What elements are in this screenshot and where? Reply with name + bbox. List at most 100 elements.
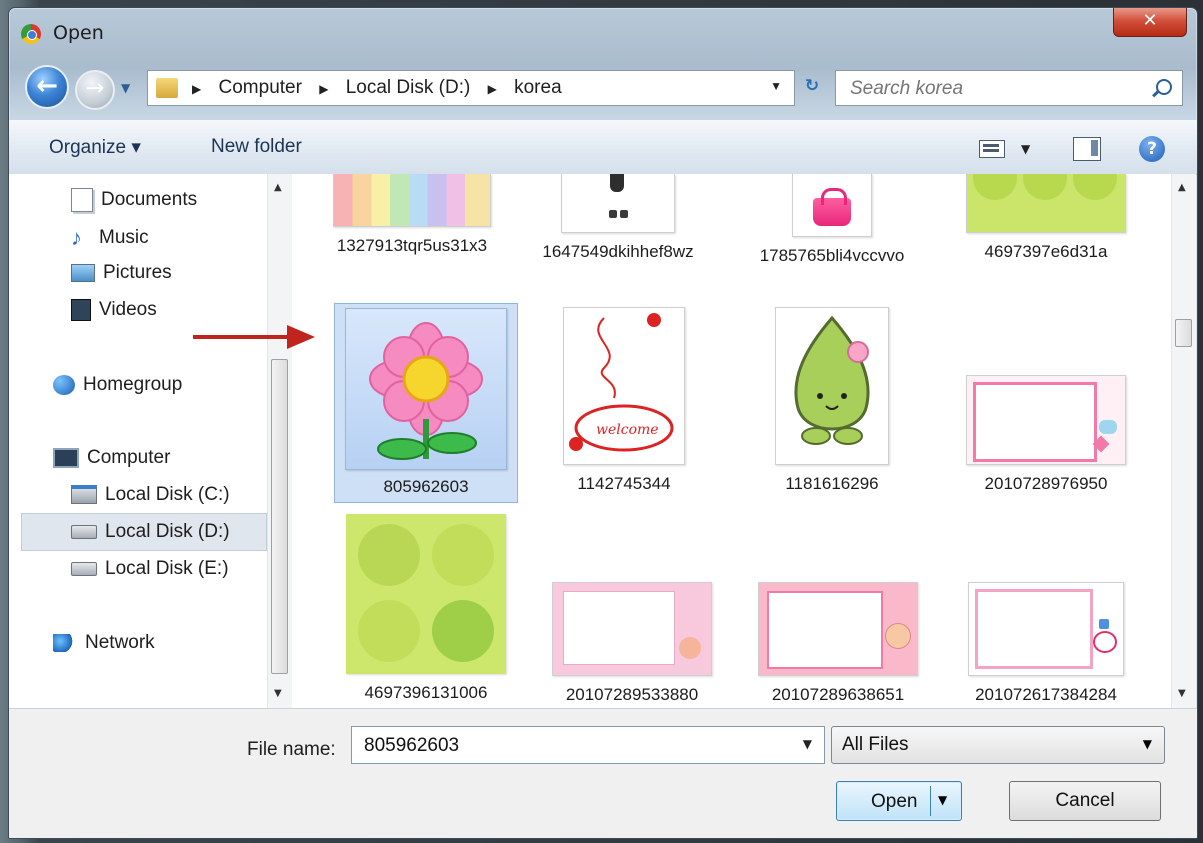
green-mascot-image <box>794 315 870 445</box>
file-name: 1181616296 <box>785 474 879 493</box>
chevron-down-icon[interactable]: ▼ <box>1143 737 1152 751</box>
view-options-dropdown-icon[interactable]: ▼ <box>1021 142 1030 156</box>
welcome-sign-image: welcome <box>569 313 674 452</box>
navigation-bar: ← → ▼ ▶ Computer ▶ Local Disk (D:) ▶ kor… <box>9 60 1197 116</box>
nav-item-pictures[interactable]: Pictures <box>71 262 172 284</box>
address-bar[interactable]: ▶ Computer ▶ Local Disk (D:) ▶ korea ▼ <box>147 70 795 106</box>
close-button[interactable]: ✕ <box>1113 8 1187 37</box>
file-item[interactable]: 1181616296 <box>740 307 924 495</box>
file-name: 1327913tqr5us31x3 <box>336 236 488 255</box>
split-divider <box>930 786 931 816</box>
scroll-up-icon[interactable]: ▲ <box>1178 182 1186 193</box>
file-name-input[interactable] <box>362 734 786 758</box>
file-name: 1785765bli4vccvvo <box>759 246 905 265</box>
file-item[interactable]: 20107289533880 <box>540 514 724 706</box>
open-file-dialog: Open ✕ ← → ▼ ▶ Computer ▶ Local Disk (D:… <box>8 7 1198 839</box>
videos-icon <box>71 299 91 321</box>
scroll-down-icon[interactable]: ▼ <box>274 688 282 699</box>
network-icon <box>53 633 77 652</box>
file-item[interactable]: 20107289638651 <box>746 514 930 706</box>
breadcrumb-arrow-icon[interactable]: ▶ <box>488 82 497 96</box>
file-item-selected[interactable]: 805962603 <box>334 303 518 503</box>
file-type-filter[interactable]: All Files ▼ <box>831 726 1165 764</box>
new-folder-button[interactable]: New folder <box>211 136 302 158</box>
change-view-icon[interactable] <box>979 140 1005 158</box>
nav-item-local-disk-c[interactable]: Local Disk (C:) <box>71 484 230 506</box>
nav-item-homegroup[interactable]: Homegroup <box>53 374 182 396</box>
file-name: 1647549dkihhef8wz <box>542 242 694 261</box>
open-options-dropdown-icon[interactable]: ▼ <box>938 793 947 807</box>
refresh-icon[interactable]: ↻ <box>799 76 825 98</box>
file-item[interactable]: 2010728976950 <box>954 307 1138 495</box>
pictures-icon <box>71 263 95 282</box>
command-toolbar: Organize ▾ New folder ▼ ? <box>9 120 1197 175</box>
back-button[interactable]: ← <box>25 65 69 109</box>
help-icon[interactable]: ? <box>1139 136 1165 162</box>
nav-item-music[interactable]: ♪ Music <box>71 225 149 251</box>
flower-image <box>369 322 483 460</box>
navigation-pane: Documents ♪ Music Pictures Videos Homegro… <box>9 174 294 708</box>
file-thumbnail <box>966 174 1126 233</box>
file-item[interactable]: welcome 1142745344 <box>532 307 716 495</box>
file-item[interactable]: 4697397e6d31a <box>954 174 1138 263</box>
file-name-dropdown-icon[interactable]: ▼ <box>803 737 812 751</box>
scroll-down-icon[interactable]: ▼ <box>1178 688 1186 699</box>
open-button[interactable]: Open ▼ <box>836 781 962 821</box>
forward-button[interactable]: → <box>75 70 115 110</box>
nav-item-computer[interactable]: Computer <box>53 447 170 469</box>
file-item[interactable]: 201072617384284 <box>954 514 1138 706</box>
file-thumbnail <box>758 582 918 676</box>
nav-pane-scrollbar[interactable]: ▲ ▼ <box>267 174 292 708</box>
search-icon[interactable] <box>1156 79 1172 95</box>
dialog-footer: File name: ▼ All Files ▼ Open ▼ Cancel <box>9 708 1197 838</box>
file-name: 805962603 <box>383 477 469 496</box>
music-icon: ♪ <box>71 225 82 250</box>
search-box[interactable] <box>835 70 1183 106</box>
breadcrumb-computer[interactable]: Computer <box>219 77 302 98</box>
address-dropdown-icon[interactable]: ▼ <box>770 79 782 93</box>
documents-icon <box>71 188 93 212</box>
file-name-label: File name: <box>247 739 336 760</box>
breadcrumb-local-disk-d[interactable]: Local Disk (D:) <box>346 77 471 98</box>
preview-pane-icon[interactable] <box>1073 137 1101 161</box>
folder-icon <box>156 78 178 98</box>
file-item[interactable]: 1785765bli4vccvvo <box>740 174 924 267</box>
file-type-value: All Files <box>842 734 909 755</box>
open-button-label: Open <box>871 791 918 812</box>
nav-item-local-disk-d[interactable]: Local Disk (D:) <box>71 521 230 543</box>
file-list-scrollbar[interactable]: ▲ ▼ <box>1171 174 1196 708</box>
nav-item-network[interactable]: Network <box>53 632 155 654</box>
file-thumbnail <box>966 375 1126 465</box>
file-item[interactable]: 1327913tqr5us31x3 <box>320 174 504 257</box>
breadcrumb: ▶ Computer ▶ Local Disk (D:) ▶ korea <box>192 77 574 99</box>
scroll-up-icon[interactable]: ▲ <box>274 182 282 193</box>
nav-item-videos[interactable]: Videos <box>71 299 157 321</box>
file-name: 201072617384284 <box>975 685 1117 704</box>
file-item[interactable]: 1647549dkihhef8wz <box>526 174 710 263</box>
scrollbar-thumb[interactable] <box>1175 319 1192 347</box>
cancel-button[interactable]: Cancel <box>1009 781 1161 821</box>
file-item[interactable]: 4697396131006 <box>334 514 518 704</box>
title-bar: Open ✕ <box>9 8 1197 60</box>
file-name: 20107289638651 <box>771 685 905 704</box>
file-name: 4697396131006 <box>364 683 488 702</box>
file-thumbnail <box>333 174 491 227</box>
breadcrumb-arrow-icon[interactable]: ▶ <box>319 82 328 96</box>
file-thumbnail <box>968 582 1124 676</box>
organize-button[interactable]: Organize ▾ <box>49 136 141 159</box>
file-list-pane: 1327913tqr5us31x3 1647549dkihhef8wz 1785… <box>294 174 1171 708</box>
nav-item-local-disk-e[interactable]: Local Disk (E:) <box>71 558 229 580</box>
file-thumbnail: welcome <box>563 307 685 465</box>
breadcrumb-korea[interactable]: korea <box>514 77 562 98</box>
file-thumbnail <box>346 514 506 674</box>
drive-icon <box>71 524 97 539</box>
nav-item-documents[interactable]: Documents <box>71 188 197 212</box>
breadcrumb-arrow-icon[interactable]: ▶ <box>192 82 201 96</box>
recent-locations-icon[interactable]: ▼ <box>121 82 133 94</box>
search-input[interactable] <box>848 76 1142 102</box>
scrollbar-thumb[interactable] <box>271 359 288 674</box>
chrome-icon <box>21 24 41 44</box>
file-thumbnail <box>552 582 712 676</box>
file-name-field[interactable]: ▼ <box>351 726 825 764</box>
homegroup-icon <box>53 374 75 395</box>
